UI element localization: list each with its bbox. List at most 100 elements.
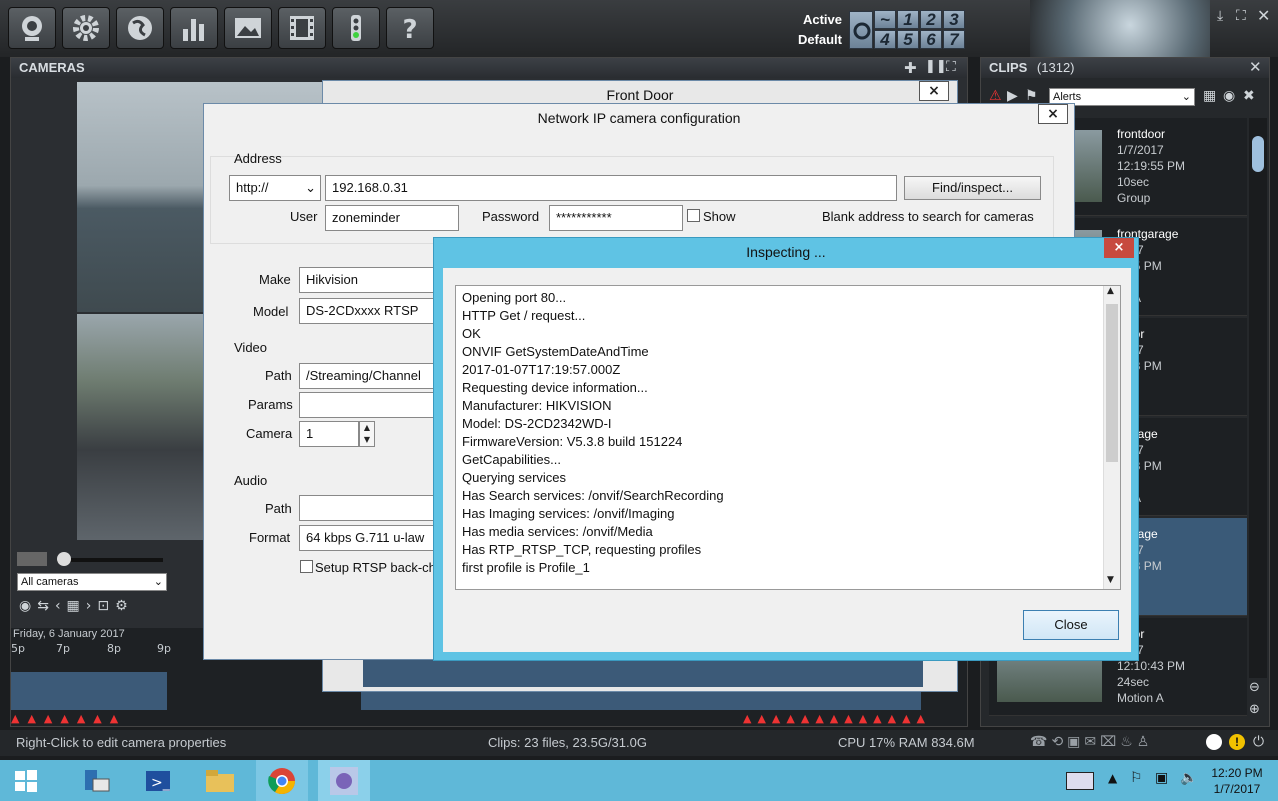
make-label: Make — [259, 272, 291, 287]
file-explorer-icon[interactable] — [194, 760, 246, 801]
gear-icon[interactable] — [62, 7, 110, 49]
bar-chart-icon[interactable] — [170, 7, 218, 49]
video-label: Video — [234, 340, 268, 355]
camera-controls[interactable]: ◉⇆‹▦›⊡⚙ — [19, 598, 169, 614]
tick-label: 7p — [56, 642, 70, 655]
camera-number-input[interactable]: 1 — [299, 421, 359, 447]
flag-icon[interactable]: ⚑ — [1025, 88, 1038, 104]
clips-scrollbar[interactable] — [1249, 118, 1267, 678]
chrome-icon[interactable] — [256, 760, 308, 801]
inspect-close-button[interactable]: Close — [1023, 610, 1119, 640]
inspect-log[interactable]: Opening port 80... HTTP Get / request...… — [455, 285, 1121, 590]
profile-btn[interactable]: 4 — [874, 30, 896, 49]
log-line: Model: DS-2CD2342WD-I — [462, 416, 612, 431]
log-lines: Opening port 80... HTTP Get / request...… — [456, 286, 1120, 580]
camera-group-select[interactable]: All cameras ⌄ — [17, 573, 167, 591]
recording-block — [11, 672, 167, 710]
volume-icon[interactable]: 🔈 — [1180, 770, 1197, 786]
scroll-down-icon[interactable]: ▼ — [1107, 575, 1114, 585]
film-icon[interactable] — [278, 7, 326, 49]
webcam-icon[interactable] — [8, 7, 56, 49]
fullscreen-icon[interactable]: ⛶ — [1236, 8, 1246, 24]
make-select[interactable]: Hikvision — [299, 267, 439, 293]
log-scrollbar-thumb[interactable] — [1106, 304, 1118, 462]
log-line: Querying services — [462, 470, 567, 485]
tray-expand-icon[interactable]: ▲ — [1108, 771, 1117, 785]
address-hint: Blank address to search for cameras — [822, 209, 1034, 224]
video-path-input[interactable]: /Streaming/Channel — [299, 363, 439, 389]
profile-btn[interactable]: 7 — [943, 30, 965, 49]
zoom-out-icon[interactable]: ⊖ — [1249, 680, 1260, 695]
camera-stepper[interactable]: ▲ ▼ — [359, 421, 375, 447]
refresh-icon[interactable] — [849, 11, 873, 49]
profile-btn[interactable]: 5 — [897, 30, 919, 49]
zoom-slider[interactable] — [57, 558, 163, 562]
blue-iris-icon[interactable] — [318, 760, 370, 801]
config-close-button[interactable]: × — [1038, 104, 1068, 124]
pause-icon[interactable]: ❚❚ — [925, 59, 947, 74]
profile-btn[interactable]: 6 — [920, 30, 942, 49]
clock-date: 1/7/2017 — [1213, 782, 1261, 796]
log-line: GetCapabilities... — [462, 452, 561, 467]
camera-label: Camera — [246, 426, 293, 441]
zoom-in-icon[interactable]: ⊕ — [1249, 702, 1260, 717]
fullscreen-icon[interactable]: ⛶ — [946, 59, 956, 75]
model-select[interactable]: DS-2CDxxxx RTSP — [299, 298, 439, 324]
keyboard-icon[interactable] — [1066, 772, 1094, 790]
params-input[interactable] — [299, 392, 439, 418]
globe-icon[interactable] — [116, 7, 164, 49]
profile-btn[interactable]: 1 — [897, 10, 919, 29]
alert-icon[interactable]: ⚠ — [989, 88, 1002, 104]
audio-path-input[interactable] — [299, 495, 439, 521]
audio-format-select[interactable]: 64 kbps G.711 u-law — [299, 525, 439, 551]
taskbar: >_ ▲ ⚐ ▣ 🔈 12:20 PM 1/7/2017 — [0, 760, 1278, 801]
profile-btn[interactable]: ~ — [874, 10, 896, 29]
scrollbar-thumb[interactable] — [1252, 136, 1264, 172]
network-icon[interactable]: ▣ — [1155, 770, 1168, 786]
status-icons[interactable]: ☎⟲▣✉⌧♨♙ — [1030, 733, 1153, 750]
eye-logo — [1030, 0, 1210, 57]
address-label: Address — [234, 151, 282, 166]
traffic-light-icon[interactable] — [332, 7, 380, 49]
video-path-label: Path — [265, 368, 292, 383]
audio-path-label: Path — [265, 501, 292, 516]
log-line: Manufacturer: HIKVISION — [462, 398, 612, 413]
power-icon[interactable]: ⏻ — [1253, 733, 1264, 750]
log-scrollbar[interactable]: ▲ ▼ — [1103, 286, 1120, 589]
log-line: first profile is Profile_1 — [462, 560, 590, 575]
profile-btn[interactable]: 3 — [943, 10, 965, 29]
close-icon[interactable]: ✕ — [1249, 58, 1262, 76]
password-input[interactable]: *********** — [549, 205, 683, 231]
front-door-close-button[interactable]: × — [919, 81, 949, 101]
server-manager-icon[interactable] — [70, 760, 122, 801]
tools-icon[interactable]: ✖ — [1243, 88, 1255, 104]
show-label: Show — [703, 209, 736, 224]
zoom-slider-handle[interactable] — [57, 552, 71, 566]
inspect-close-x[interactable]: × — [1104, 238, 1134, 258]
rtsp-backchannel-checkbox[interactable] — [300, 560, 313, 573]
clock[interactable]: 12:20 PM 1/7/2017 — [1208, 765, 1266, 797]
scroll-up-icon[interactable]: ▲ — [1107, 286, 1114, 296]
show-password-checkbox[interactable] — [687, 209, 700, 222]
flag-icon[interactable]: ⚐ — [1130, 770, 1143, 786]
log-line: 2017-01-07T17:19:57.000Z — [462, 362, 621, 377]
profile-btn[interactable]: 2 — [920, 10, 942, 29]
picture-icon[interactable] — [224, 7, 272, 49]
download-icon[interactable]: ⤓ — [1217, 8, 1223, 24]
windows-start-icon[interactable] — [0, 760, 52, 801]
help-icon[interactable]: ? — [386, 7, 434, 49]
protocol-select[interactable]: http://⌄ — [229, 175, 321, 201]
warning-icon[interactable]: ! — [1229, 734, 1245, 750]
add-icon[interactable]: ✚ — [904, 59, 917, 77]
status-clips: Clips: 23 files, 23.5G/31.0G — [488, 735, 647, 750]
close-app-icon[interactable]: ✕ — [1257, 6, 1270, 25]
find-inspect-button[interactable]: Find/inspect... — [904, 176, 1041, 200]
address-input[interactable]: 192.168.0.31 — [325, 175, 897, 201]
layout-icon[interactable] — [17, 552, 47, 566]
user-icon[interactable] — [1206, 734, 1222, 750]
webcam-icon[interactable]: ◉ — [1223, 88, 1235, 104]
calendar-icon[interactable]: ▦ — [1203, 88, 1216, 104]
play-icon[interactable]: ▶ — [1007, 88, 1018, 104]
user-input[interactable]: zoneminder — [325, 205, 459, 231]
powershell-icon[interactable]: >_ — [132, 760, 184, 801]
